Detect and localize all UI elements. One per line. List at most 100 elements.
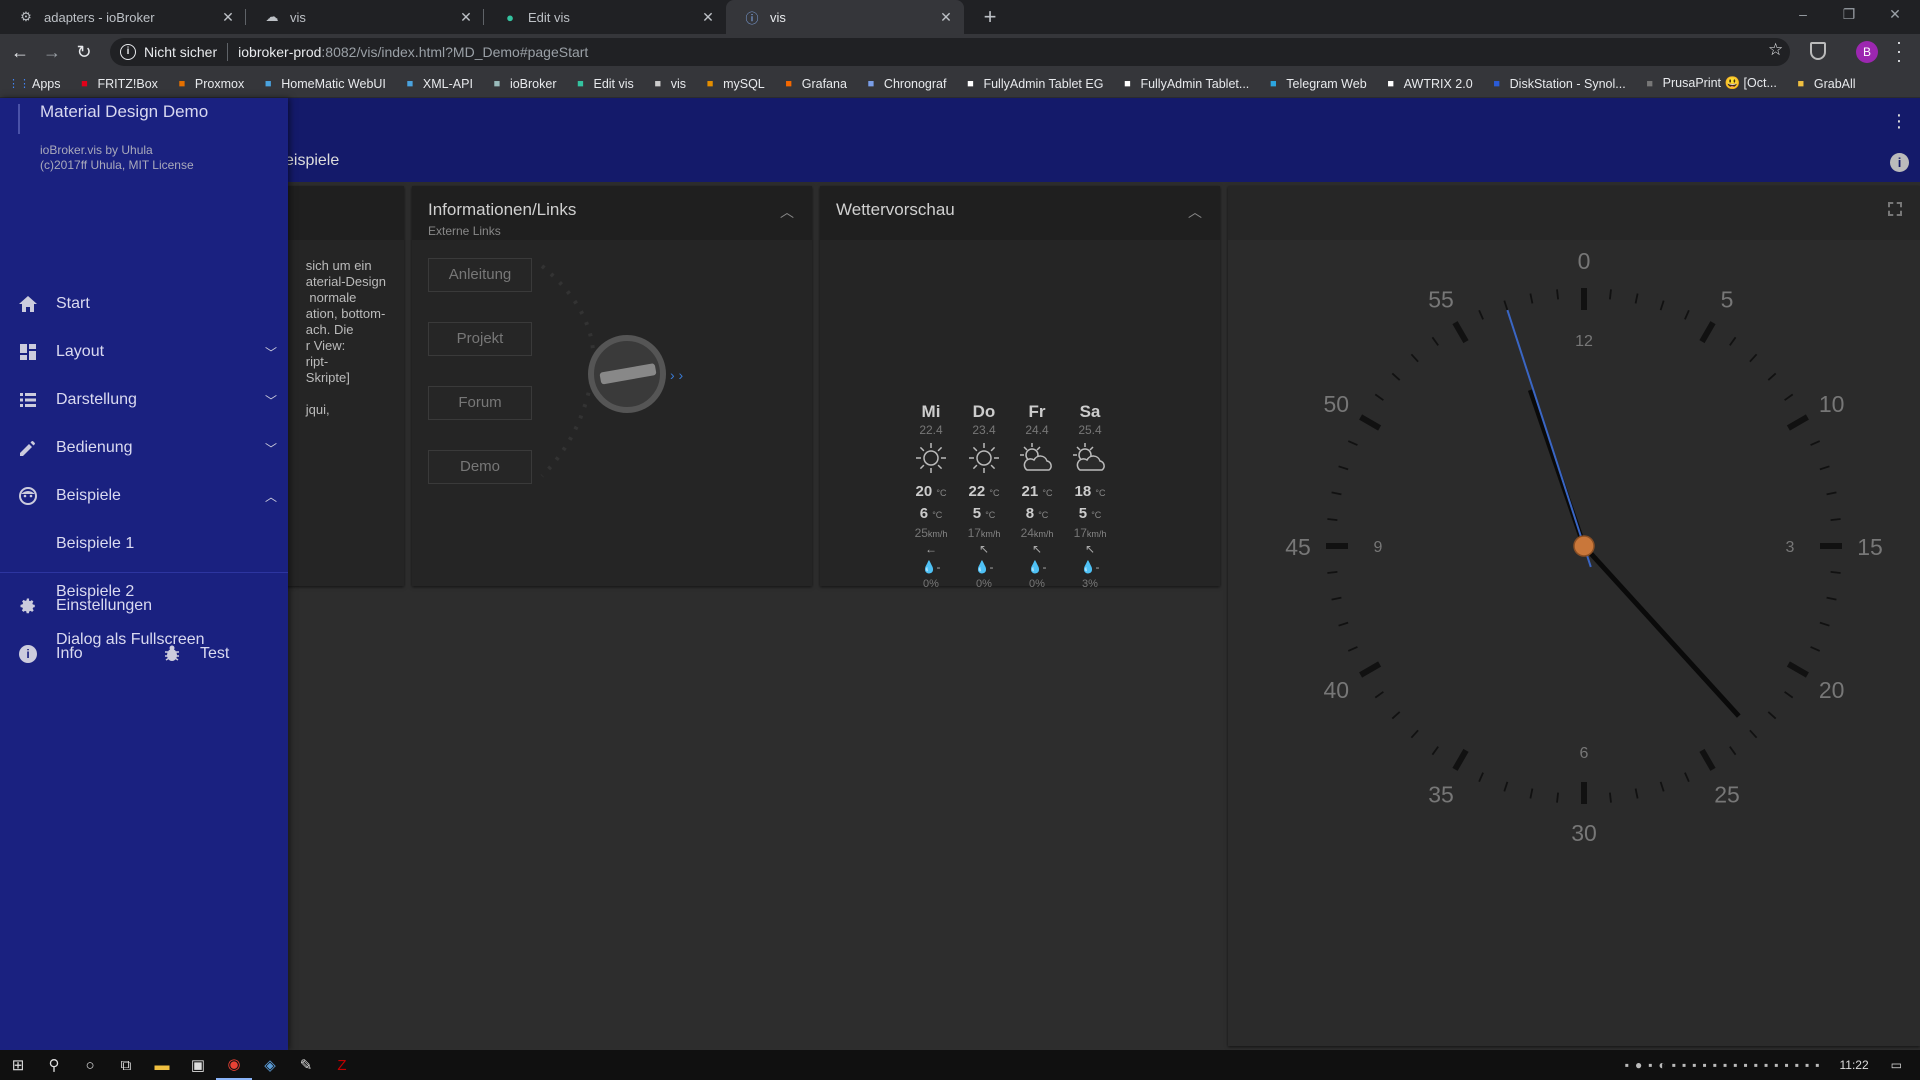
address-bar[interactable]: i Nicht sicher iobroker-prod:8082/vis/in… [110,38,1790,66]
clock-minute-label: 30 [1571,820,1597,846]
link-button-anleitung[interactable]: Anleitung [428,258,532,292]
info-icon[interactable]: i [120,44,136,60]
clock-minute-tick [1729,336,1737,346]
bookmark-0[interactable]: ⋮⋮ Apps [8,77,61,91]
forecast-date: 24.4 [1025,423,1049,437]
notification-icon[interactable]: ▭ [1891,1058,1902,1072]
minimize-button[interactable]: – [1780,0,1826,30]
drawer-item-test[interactable]: Test [144,630,284,678]
info-icon[interactable]: i [1890,153,1909,172]
bookmark-16[interactable]: ■ PrusaPrint 😃 [Oct... [1643,76,1777,91]
forward-button[interactable]: → [38,38,66,66]
close-icon[interactable]: ✕ [458,9,474,26]
more-vert-icon[interactable]: · · · [1892,105,1906,137]
clock-minute-tick [1391,711,1401,720]
bookmark-6[interactable]: ■ Edit vis [573,76,634,91]
clock-minute-tick [1556,792,1559,803]
drawer-item-layout[interactable]: Layout ﹀ [0,328,288,376]
bookmark-label: FRITZ!Box [97,76,158,91]
clock-minute-label: 35 [1428,782,1454,808]
tab-vis[interactable]: ☁ vis ✕ [246,0,484,34]
xml-api-icon: ■ [406,77,414,90]
bookmark-14[interactable]: ■ AWTRIX 2.0 [1384,77,1472,91]
raindrop-icon: 💧- [1027,560,1047,574]
app-icon[interactable]: ✎ [288,1050,324,1080]
forecast-weekday: Fr [1028,402,1046,421]
star-icon[interactable]: ☆ [1768,40,1783,60]
shield-extension-icon[interactable] [1810,42,1826,60]
explorer-icon[interactable]: ▬ [144,1050,180,1080]
info-links-card: Informationen/Links Externe Links ︿ Anle… [412,186,812,586]
windows-taskbar: ⊞ ⚲ ○ ⧉ ▬ ▣ ◉ ◈ ✎ Z ▪●▪◐▪▪▪▪▪▪▪▪▪▪▪▪▪▪▪ … [0,1050,1920,1080]
windows-start-icon[interactable]: ⊞ [0,1050,36,1080]
tray-icons[interactable]: ▪●▪◐▪▪▪▪▪▪▪▪▪▪▪▪▪▪▪ [1625,1058,1826,1072]
close-icon[interactable]: ✕ [700,9,716,26]
nav-drawer: Material Design Demo ioBroker.vis by Uhu… [0,98,288,1050]
window-close-button[interactable]: ✕ [1872,0,1918,30]
forecast-day: Mi 22.4 20 °C 6 °C 25km/h ← 💧- 0% [906,402,956,590]
bookmark-17[interactable]: ■ GrabAll [1794,77,1856,91]
chevron-icon: ﹀ [264,393,277,408]
bookmark-15[interactable]: ■ DiskStation - Synol... [1490,77,1625,91]
clock-minute-label: 15 [1857,534,1883,560]
fully-icon: ■ [1124,77,1131,90]
forecast-weekday: Sa [1079,402,1101,421]
system-tray: ▪●▪◐▪▪▪▪▪▪▪▪▪▪▪▪▪▪▪ 11:22 ▭ [1625,1050,1920,1080]
bookmark-13[interactable]: ■ Telegram Web [1266,77,1367,91]
drawer-item-start[interactable]: Start [0,280,288,328]
bookmark-8[interactable]: ■ mySQL [703,77,765,91]
bookmark-5[interactable]: ■ ioBroker [490,77,557,91]
clock-minute-tick [1749,353,1758,363]
kebab-menu-icon[interactable]: · · · [1892,33,1906,69]
close-icon[interactable]: ✕ [938,9,954,26]
fullscreen-icon[interactable] [1888,202,1902,216]
bookmark-4[interactable]: ■ XML-API [403,77,473,91]
tab-edit-vis[interactable]: ● Edit vis ✕ [484,0,726,34]
bookmark-label: Chronograf [883,76,947,91]
tab-title: vis [290,9,306,25]
link-button-forum[interactable]: Forum [428,386,532,420]
tab-vis-active[interactable]: ⓘ vis ✕ [726,0,964,34]
bookmark-12[interactable]: ■ FullyAdmin Tablet... [1120,77,1249,91]
forecast-high: 20 °C [915,483,947,500]
drawer-item-beispiele-1[interactable]: Beispiele 1 [0,520,288,568]
task-view-icon[interactable]: ⧉ [108,1050,144,1080]
drawer-item-einstellungen[interactable]: Einstellungen [0,582,288,630]
bookmark-1[interactable]: ■ FRITZ!Box [78,77,158,91]
chevron-up-icon[interactable]: ︿ [1188,202,1202,222]
restore-button[interactable]: ❐ [1826,0,1872,30]
tab-adapters[interactable]: ⚙ adapters - ioBroker ✕ [0,0,246,34]
clock-minute-tick [1749,729,1758,739]
bookmark-11[interactable]: ■ FullyAdmin Tablet EG [963,77,1103,91]
app-icon[interactable]: ▣ [180,1050,216,1080]
clock-time[interactable]: 11:22 [1840,1058,1869,1072]
bookmark-9[interactable]: ■ Grafana [782,77,847,91]
back-button[interactable]: ← [6,38,34,66]
drawer-item-darstellung[interactable]: Darstellung ﹀ [0,376,288,424]
bookmark-label: GrabAll [1813,76,1856,91]
link-button-projekt[interactable]: Projekt [428,322,532,356]
bookmark-7[interactable]: ■ vis [651,77,686,91]
chevron-up-icon[interactable]: ︿ [780,202,794,222]
filezilla-icon[interactable]: Z [324,1050,360,1080]
drawer-item-info[interactable]: i Info [0,630,150,678]
avatar[interactable]: B [1856,41,1878,63]
raindrop-icon: 💧- [1080,560,1100,574]
bookmarks-bar: ⋮⋮ Apps ■ FRITZ!Box ■ Proxmox ■ HomeMatic WebUI… [0,70,1920,98]
bookmark-10[interactable]: ■ Chronograf [864,77,947,91]
clock-minute-tick [1684,772,1690,783]
cortana-icon[interactable]: ○ [72,1050,108,1080]
new-tab-button[interactable]: + [976,3,1004,31]
link-button-demo[interactable]: Demo [428,450,532,484]
bookmark-2[interactable]: ■ Proxmox [175,77,245,91]
drawer-item-beispiele[interactable]: Beispiele ︿ [0,472,288,520]
app-icon[interactable]: ◈ [252,1050,288,1080]
search-icon[interactable]: ⚲ [36,1050,72,1080]
bookmark-3[interactable]: ■ HomeMatic WebUI [261,77,386,91]
drawer-item-bedienung[interactable]: Bedienung ﹀ [0,424,288,472]
reload-button[interactable]: ↻ [70,38,98,66]
close-icon[interactable]: ✕ [220,9,236,26]
chrome-icon[interactable]: ◉ [216,1050,252,1080]
chevron-icon: ︿ [264,489,277,504]
bookmark-label: Edit vis [593,76,634,91]
